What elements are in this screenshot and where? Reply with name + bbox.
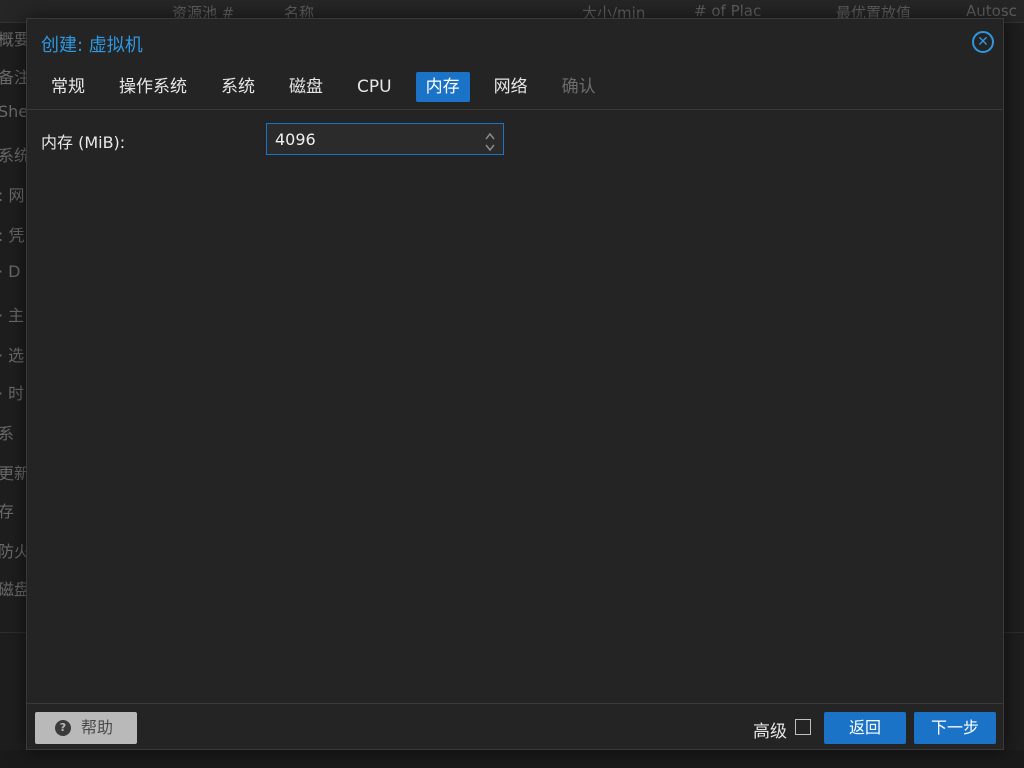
background-sidebar: 概要 备注 Shel 系统 : 网 : 凭 · D · 主 · 选 · 时 系 …	[0, 22, 28, 722]
question-circle-icon: ?	[55, 720, 71, 736]
help-label: 帮助	[81, 718, 114, 737]
tab-system[interactable]: 系统	[211, 72, 265, 102]
background-sidebar-item: · D	[0, 262, 21, 281]
background-sidebar-item: 更新	[0, 464, 28, 483]
memory-spinner	[483, 127, 497, 152]
advanced-label: 高级	[753, 722, 787, 742]
footer-divider	[27, 703, 1003, 704]
tab-general[interactable]: 常规	[41, 72, 95, 102]
tab-disks[interactable]: 磁盘	[279, 72, 333, 102]
background-sidebar-item: 系统	[0, 146, 28, 165]
background-sidebar-item: 备注	[0, 68, 28, 87]
create-vm-dialog: 创建: 虚拟机 ✕ 常规 操作系统 系统 磁盘 CPU 内存 网络 确认 内存 …	[26, 18, 1004, 750]
background-sidebar-item: 存	[0, 502, 15, 521]
memory-row: 内存 (MiB):	[41, 123, 511, 157]
background-status-strip	[0, 750, 1024, 768]
back-button[interactable]: 返回	[824, 712, 906, 744]
background-sidebar-item: · 选	[0, 346, 25, 365]
tab-os[interactable]: 操作系统	[109, 72, 197, 102]
background-sidebar-item: · 主	[0, 306, 25, 325]
spin-up-icon[interactable]	[483, 127, 497, 140]
background-sidebar-item: · 时	[0, 384, 25, 403]
memory-stepper	[266, 123, 504, 155]
wizard-tabs: 常规 操作系统 系统 磁盘 CPU 内存 网络 确认	[41, 71, 620, 103]
memory-input[interactable]	[267, 124, 467, 154]
spin-down-icon[interactable]	[483, 139, 497, 152]
tab-cpu[interactable]: CPU	[347, 72, 402, 102]
dialog-title: 创建: 虚拟机	[41, 35, 143, 56]
background-sidebar-item: Shel	[0, 102, 28, 121]
background-sidebar-item: : 网	[0, 186, 25, 205]
background-sidebar-item: 防火	[0, 542, 28, 561]
tab-network[interactable]: 网络	[484, 72, 538, 102]
advanced-checkbox[interactable]	[795, 719, 811, 735]
dialog-title-bar: 创建: 虚拟机 ✕	[27, 19, 1003, 65]
tabs-divider	[27, 109, 1003, 110]
tab-confirm: 确认	[561, 77, 596, 97]
background-sidebar-item: 系	[0, 424, 15, 443]
background-sidebar-item: 磁盘	[0, 580, 28, 599]
background-sidebar-item: : 凭	[0, 226, 25, 245]
tab-memory[interactable]: 内存	[415, 72, 470, 102]
background-sidebar-item: 概要	[0, 30, 28, 49]
close-icon[interactable]: ✕	[972, 31, 994, 53]
memory-label: 内存 (MiB):	[41, 133, 126, 152]
next-button[interactable]: 下一步	[914, 712, 996, 744]
help-button[interactable]: ? 帮助	[35, 712, 137, 744]
